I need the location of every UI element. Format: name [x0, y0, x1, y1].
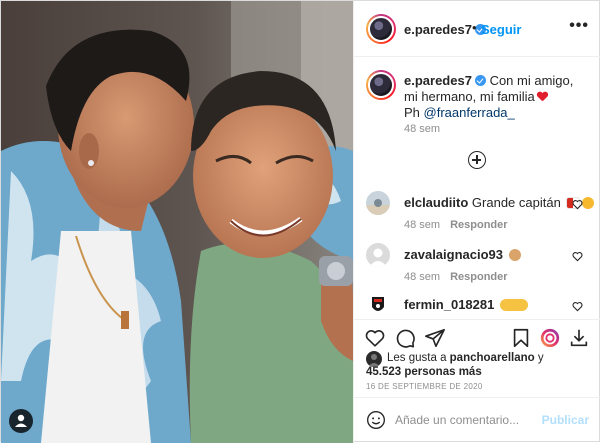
dog-emoji-icon [508, 249, 521, 261]
paper-plane-icon[interactable] [424, 327, 446, 349]
caption-time[interactable]: 48 sem [404, 123, 440, 135]
likes-prefix: Les gusta a [387, 352, 450, 364]
more-options-icon[interactable]: ••• [569, 17, 589, 35]
caption-credit-prefix: Ph [404, 105, 424, 120]
comment-item: fermin_018281 [354, 293, 600, 319]
comment-text: elclaudiito Grande capitán [404, 195, 595, 210]
action-bar [354, 319, 600, 355]
post-date[interactable]: 16 DE SEPTIEMBRE DE 2020 [366, 382, 483, 391]
likes-summary[interactable]: Les gusta a panchoarellano y 45.523 pers… [354, 351, 600, 381]
caption-avatar[interactable] [366, 70, 396, 100]
comment-time[interactable]: 48 sem [404, 219, 440, 231]
clapping-hands-emoji-icon [499, 299, 528, 311]
comment-meta: 48 sem Responder [404, 271, 508, 283]
reply-button[interactable]: Responder [450, 219, 507, 231]
comment-meta: 48 sem Responder [404, 219, 508, 231]
likes-suffix: y [534, 352, 544, 364]
heart-outline-icon[interactable] [572, 251, 583, 262]
likes-line: Les gusta a panchoarellano y [387, 352, 544, 364]
smiley-icon[interactable] [366, 410, 386, 430]
comment-body: Grande capitán [471, 195, 561, 210]
liker-avatar[interactable] [366, 351, 382, 367]
follow-button[interactable]: Seguir [481, 22, 521, 37]
photo-illustration [1, 1, 353, 443]
publish-button[interactable]: Publicar [542, 413, 589, 427]
add-comment-bar: Publicar [354, 397, 600, 443]
author-avatar[interactable] [366, 14, 396, 44]
comment-avatar[interactable] [366, 293, 390, 317]
comment-username[interactable]: fermin_018281 [404, 297, 494, 312]
heart-outline-icon[interactable] [364, 327, 386, 349]
comment-item: zavalaignacio93 48 sem Responder [354, 243, 600, 293]
liker-username[interactable]: panchoarellano [450, 352, 535, 364]
post-photo[interactable] [1, 1, 353, 443]
reply-button[interactable]: Responder [450, 271, 507, 283]
comment-item: elclaudiito Grande capitán 48 sem Respond… [354, 191, 600, 241]
bookmark-icon[interactable] [510, 327, 532, 349]
user-tag-icon[interactable] [9, 409, 33, 433]
heart-outline-icon[interactable] [572, 301, 583, 312]
comment-text: fermin_018281 [404, 297, 528, 312]
heart-outline-icon[interactable] [572, 199, 583, 210]
instagram-post: e.paredes7 • Seguir ••• e.paredes7 Con m… [0, 0, 600, 443]
post-side-panel: e.paredes7 • Seguir ••• e.paredes7 Con m… [353, 1, 600, 443]
header-separator: • [472, 20, 477, 35]
caption-username[interactable]: e.paredes7 [404, 73, 472, 88]
comments-section[interactable]: e.paredes7 Con mi amigo, mi hermano, mi … [354, 57, 600, 319]
caption-mention-link[interactable]: @fraanferrada_ [424, 105, 515, 120]
download-icon[interactable] [568, 327, 590, 349]
comment-time[interactable]: 48 sem [404, 271, 440, 283]
plus-circle-icon[interactable] [468, 151, 486, 169]
likes-count[interactable]: 45.523 personas más [366, 366, 482, 378]
face-emoji-icon [582, 197, 595, 209]
instagram-ring-icon[interactable] [539, 327, 561, 349]
comment-bubble-icon[interactable] [394, 327, 416, 349]
post-header: e.paredes7 • Seguir ••• [354, 1, 600, 57]
comment-avatar[interactable] [366, 191, 390, 215]
comment-username[interactable]: zavalaignacio93 [404, 247, 503, 262]
comment-username[interactable]: elclaudiito [404, 195, 468, 210]
author-username-text[interactable]: e.paredes7 [404, 22, 472, 37]
comment-avatar[interactable] [366, 243, 390, 267]
comment-text: zavalaignacio93 [404, 247, 521, 262]
verified-badge-icon [474, 75, 486, 86]
comment-input[interactable] [395, 410, 535, 430]
red-heart-emoji-icon [537, 92, 548, 102]
caption-text: e.paredes7 Con mi amigo, mi hermano, mi … [404, 73, 590, 121]
